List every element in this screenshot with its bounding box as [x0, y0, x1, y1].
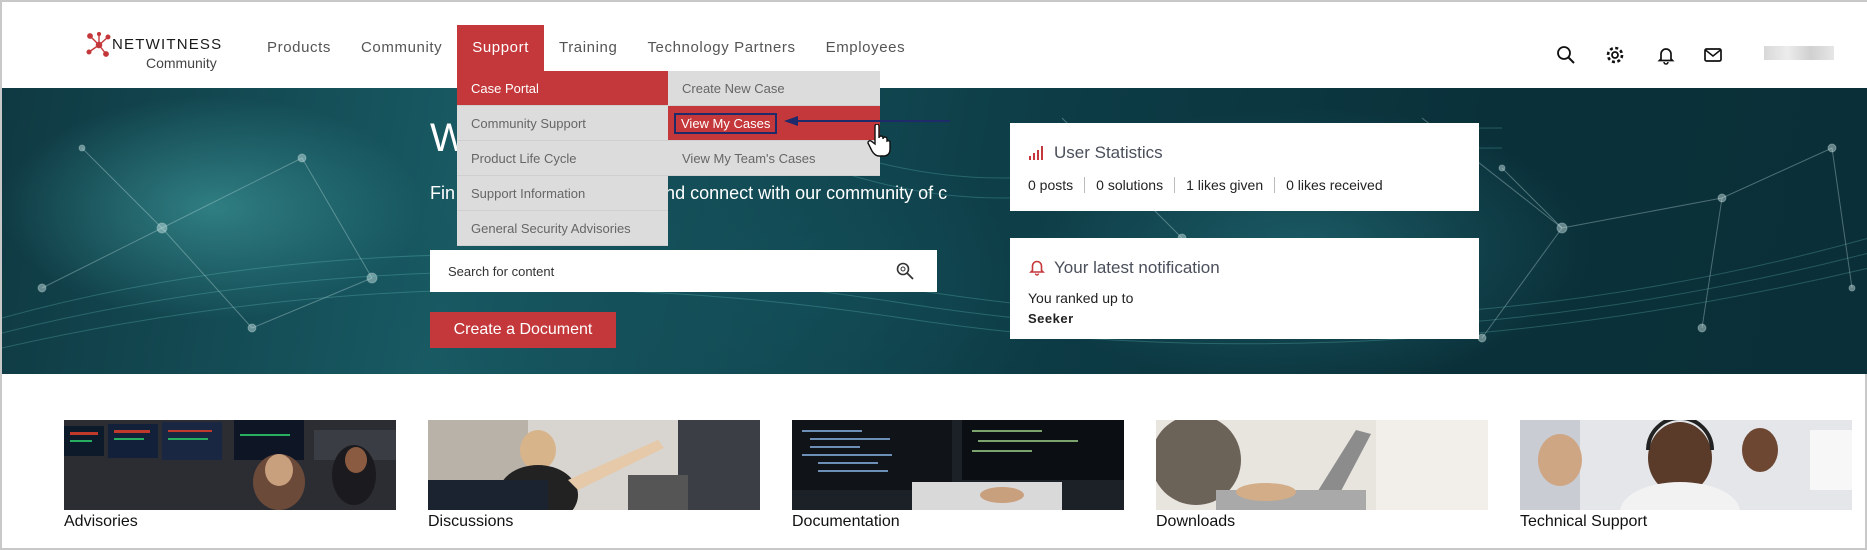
stat-likes-received[interactable]: 0 likes received [1274, 177, 1394, 193]
nav-technology-partners[interactable]: Technology Partners [632, 25, 810, 71]
tile-documentation[interactable]: Documentation [792, 420, 1124, 550]
hero-banner: W Fin and connect with our community of … [2, 88, 1867, 374]
notification-text: You ranked up to [1028, 290, 1134, 306]
latest-notification-card: Your latest notification You ranked up t… [1010, 238, 1479, 339]
tile-label: Documentation [792, 513, 900, 530]
hand-cursor-icon [867, 124, 891, 157]
menu-item-general-security-advisories[interactable]: General Security Advisories [457, 211, 668, 246]
tile-image-trading-desk [64, 420, 396, 510]
search-icon[interactable] [1555, 44, 1577, 66]
search-button-icon[interactable] [895, 261, 915, 281]
resource-tiles: Advisories Discussions Documentation Dow… [64, 420, 1854, 550]
stats-row: 0 posts 0 solutions 1 likes given 0 like… [1028, 177, 1394, 193]
tile-image-meeting [428, 420, 760, 510]
tile-image-call-center [1520, 420, 1852, 510]
user-statistics-card: User Statistics 0 posts 0 solutions 1 li… [1010, 123, 1479, 211]
netwitness-logo[interactable]: NETWITNESS Community [86, 32, 226, 77]
gear-icon[interactable] [1604, 44, 1626, 66]
tile-downloads[interactable]: Downloads [1156, 420, 1488, 550]
nav-support[interactable]: Support [457, 25, 544, 71]
tile-advisories[interactable]: Advisories [64, 420, 396, 550]
tile-image-laptop [1156, 420, 1488, 510]
bell-icon [1029, 260, 1045, 276]
menu-item-community-support[interactable]: Community Support [457, 106, 668, 141]
bell-icon[interactable] [1655, 44, 1677, 66]
tile-image-coding [792, 420, 1124, 510]
menu-item-case-portal[interactable]: Case Portal [457, 71, 668, 106]
brand-sub: Community [146, 55, 217, 71]
brand-name: NETWITNESS [112, 36, 223, 53]
notification-title: Your latest notification [1054, 258, 1220, 277]
tile-label: Technical Support [1520, 513, 1648, 530]
menu-item-product-life-cycle[interactable]: Product Life Cycle [457, 141, 668, 176]
create-document-button[interactable]: Create a Document [430, 312, 616, 348]
nav-community[interactable]: Community [346, 25, 457, 71]
stats-title: User Statistics [1054, 143, 1163, 162]
view-my-cases-label: View My Cases [674, 113, 778, 134]
nav-training[interactable]: Training [544, 25, 632, 71]
main-nav: Products Community Support Training Tech… [252, 25, 920, 71]
nav-employees[interactable]: Employees [811, 25, 921, 71]
stat-likes-given[interactable]: 1 likes given [1174, 177, 1274, 193]
tile-technical-support[interactable]: Technical Support [1520, 420, 1852, 550]
stat-solutions[interactable]: 0 solutions [1084, 177, 1174, 193]
notification-rank: Seeker [1028, 311, 1074, 326]
tile-label: Discussions [428, 513, 514, 530]
hero-network-background [2, 88, 1867, 349]
logo-network-icon [86, 32, 111, 57]
tile-label: Advisories [64, 513, 138, 530]
tile-discussions[interactable]: Discussions [428, 420, 760, 550]
tile-label: Downloads [1156, 513, 1236, 530]
menu-item-view-my-teams-cases[interactable]: View My Team's Cases [668, 141, 880, 176]
signal-bars-icon [1029, 146, 1043, 160]
menu-item-create-new-case[interactable]: Create New Case [668, 71, 880, 106]
menu-item-support-information[interactable]: Support Information [457, 176, 668, 211]
search-input[interactable] [430, 250, 870, 292]
nav-products[interactable]: Products [252, 25, 346, 71]
site-header: NETWITNESS Community Products Community … [2, 2, 1867, 88]
mail-icon[interactable] [1702, 44, 1724, 66]
stat-posts[interactable]: 0 posts [1028, 177, 1084, 193]
search-box [430, 250, 937, 292]
support-dropdown-menu: Case Portal Community Support Product Li… [457, 71, 668, 246]
avatar[interactable] [1764, 46, 1834, 60]
